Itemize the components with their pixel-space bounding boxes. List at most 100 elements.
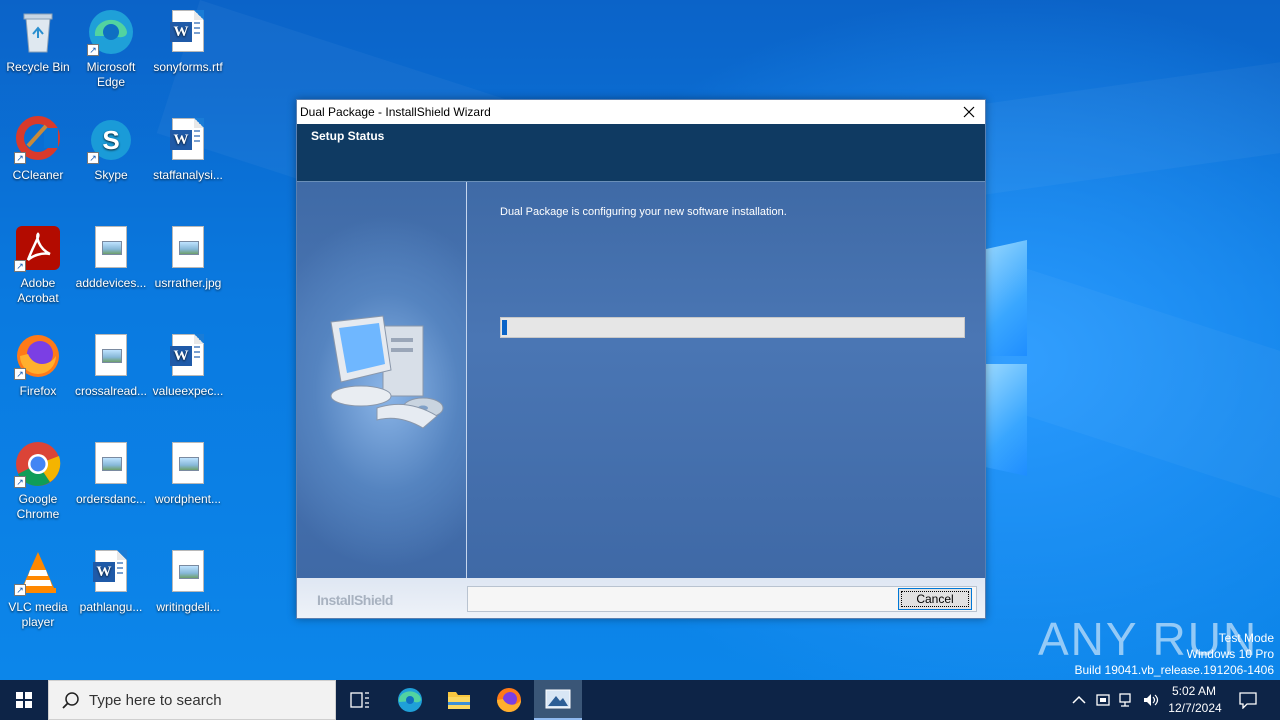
edge-icon — [398, 688, 422, 712]
desktop-icon-recycle-bin[interactable]: Recycle Bin — [0, 8, 76, 75]
icon-label: Google Chrome — [16, 492, 60, 521]
watermark-line-1: Test Mode — [1218, 631, 1274, 645]
header-title: Setup Status — [311, 129, 385, 143]
desktop-icon-ordersdanc[interactable]: ordersdanc... — [73, 440, 149, 507]
desktop-icon-firefox[interactable]: ↗ Firefox — [0, 332, 76, 399]
desktop-icon-pathlangu[interactable]: W pathlangu... — [73, 548, 149, 615]
wizard-body: Dual Package is configuring your new sof… — [297, 182, 985, 578]
ccleaner-icon: ↗ — [14, 116, 62, 164]
shortcut-arrow-icon: ↗ — [87, 152, 99, 164]
desktop-icon-valueexpec[interactable]: W valueexpec... — [150, 332, 226, 399]
icon-label: adddevices... — [75, 276, 147, 290]
desktop-icon-wordphent[interactable]: wordphent... — [150, 440, 226, 507]
icon-label: valueexpec... — [152, 384, 224, 398]
progress-fill — [502, 320, 507, 335]
taskbar-installer-button[interactable] — [534, 680, 582, 720]
folder-icon — [448, 692, 470, 709]
desktop-icon-chrome[interactable]: ↗ Google Chrome — [0, 440, 76, 522]
installer-window: Dual Package - InstallShield Wizard Setu… — [296, 99, 986, 619]
image-file-icon — [87, 440, 135, 488]
image-file-icon — [164, 440, 212, 488]
desktop-icon-writingdeli[interactable]: writingdeli... — [150, 548, 226, 615]
desktop-icon-usrrather[interactable]: usrrather.jpg — [150, 224, 226, 291]
word-doc-icon: W — [164, 116, 212, 164]
close-button[interactable] — [953, 100, 985, 124]
word-doc-icon: W — [164, 8, 212, 56]
desktop-icon-crossalread[interactable]: crossalread... — [73, 332, 149, 399]
close-icon — [963, 106, 975, 118]
network-icon[interactable] — [1118, 692, 1136, 708]
shortcut-arrow-icon: ↗ — [87, 44, 99, 56]
icon-label: CCleaner — [12, 168, 64, 182]
taskbar-search-box[interactable]: Type here to search — [48, 680, 336, 720]
windows-start-icon — [16, 692, 32, 708]
icon-label: Firefox — [19, 384, 57, 398]
image-file-icon — [87, 332, 135, 380]
window-titlebar[interactable]: Dual Package - InstallShield Wizard — [297, 100, 985, 124]
watermark-line-3: Build 19041.vb_release.191206-1406 — [1074, 663, 1275, 677]
wizard-header: Setup Status — [297, 124, 985, 182]
network-device-icon[interactable] — [1095, 692, 1111, 708]
desktop-icon-acrobat[interactable]: ↗ Adobe Acrobat — [0, 224, 76, 306]
installshield-logo: InstallShield — [317, 592, 393, 608]
wizard-footer: InstallShield Cancel — [297, 578, 985, 618]
edge-icon: ↗ — [87, 8, 135, 56]
recycle-bin-icon — [14, 8, 62, 56]
desktop-icon-adddevices[interactable]: adddevices... — [73, 224, 149, 291]
search-placeholder: Type here to search — [89, 692, 222, 709]
chevron-up-icon[interactable] — [1071, 692, 1087, 708]
icon-label: wordphent... — [154, 492, 222, 506]
desktop-icon-ccleaner[interactable]: ↗ CCleaner — [0, 116, 76, 183]
start-button[interactable] — [0, 680, 48, 720]
taskbar-edge-button[interactable] — [386, 680, 434, 720]
firefox-icon — [497, 688, 521, 712]
image-file-icon — [164, 224, 212, 272]
volume-icon[interactable] — [1142, 692, 1160, 708]
window-title: Dual Package - InstallShield Wizard — [300, 105, 491, 119]
chrome-icon: ↗ — [14, 440, 62, 488]
word-doc-icon: W — [87, 548, 135, 596]
shortcut-arrow-icon: ↗ — [14, 476, 26, 488]
image-file-icon — [164, 548, 212, 596]
status-text: Dual Package is configuring your new sof… — [500, 206, 787, 218]
taskbar-file-explorer-button[interactable] — [435, 680, 483, 720]
shortcut-arrow-icon: ↗ — [14, 260, 26, 272]
notification-icon[interactable] — [1238, 691, 1258, 709]
desktop-icon-sonyforms[interactable]: W sonyforms.rtf — [150, 8, 226, 75]
progress-bar — [500, 317, 965, 338]
icon-label: Adobe Acrobat — [17, 276, 59, 305]
icon-label: staffanalysi... — [153, 168, 223, 182]
taskbar-firefox-button[interactable] — [485, 680, 533, 720]
svg-text:S: S — [102, 125, 119, 155]
desktop-icon-staffanalysis[interactable]: W staffanalysi... — [150, 116, 226, 183]
firefox-icon: ↗ — [14, 332, 62, 380]
cancel-button[interactable]: Cancel — [898, 588, 972, 610]
icon-label: Microsoft Edge — [86, 60, 136, 89]
icon-label: pathlangu... — [79, 600, 143, 614]
computer-setup-icon — [330, 315, 444, 429]
taskbar: Type here to search 5:02 AM 12/7/2024 — [0, 680, 1280, 720]
shortcut-arrow-icon: ↗ — [14, 152, 26, 164]
vlc-icon: ↗ — [14, 548, 62, 596]
image-file-icon — [87, 224, 135, 272]
watermark-line-2: Windows 10 Pro — [1186, 647, 1274, 661]
search-icon — [62, 692, 79, 709]
shortcut-arrow-icon: ↗ — [14, 584, 26, 596]
icon-label: crossalread... — [74, 384, 148, 398]
desktop-icon-skype[interactable]: S ↗ Skype — [73, 116, 149, 183]
icon-label: sonyforms.rtf — [153, 60, 223, 74]
installer-app-icon — [545, 689, 571, 709]
acrobat-icon: ↗ — [14, 224, 62, 272]
desktop-icon-edge[interactable]: ↗ Microsoft Edge — [73, 8, 149, 90]
clock-date[interactable]: 12/7/2024 — [1166, 701, 1224, 715]
icon-label: Recycle Bin — [6, 60, 70, 74]
wizard-side-panel — [297, 182, 467, 578]
task-view-icon — [350, 692, 369, 708]
shortcut-arrow-icon: ↗ — [14, 368, 26, 380]
desktop-icon-vlc[interactable]: ↗ VLC media player — [0, 548, 76, 630]
task-view-button[interactable] — [336, 680, 384, 720]
icon-label: ordersdanc... — [75, 492, 147, 506]
os-watermark: Test Mode Windows 10 Pro Build 19041.vb_… — [1075, 630, 1275, 678]
clock-time[interactable]: 5:02 AM — [1166, 684, 1222, 698]
word-doc-icon: W — [164, 332, 212, 380]
